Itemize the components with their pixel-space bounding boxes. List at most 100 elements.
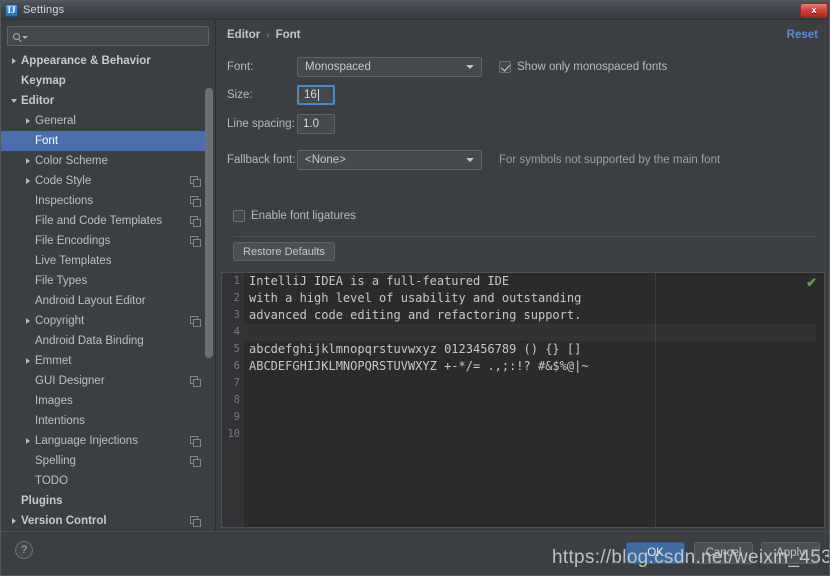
sidebar-item-label: Keymap [21, 75, 66, 87]
copy-settings-icon[interactable] [190, 176, 201, 187]
section-divider [233, 236, 817, 237]
intellij-idea-icon: IJ [5, 3, 18, 17]
copy-settings-icon[interactable] [190, 216, 201, 227]
chevron-right-icon[interactable] [21, 178, 35, 184]
sidebar-item-label: General [35, 115, 76, 127]
restore-defaults-button[interactable]: Restore Defaults [233, 242, 335, 261]
chevron-right-icon[interactable] [21, 118, 35, 124]
chevron-right-icon[interactable] [7, 518, 21, 524]
font-size-value: 16 [304, 89, 317, 101]
settings-dialog: IJ Settings x Appearance & Behavior Keyma… [0, 0, 830, 576]
enable-ligatures-checkbox[interactable]: Enable font ligatures [233, 210, 356, 222]
sidebar-item-android-layout-editor[interactable]: Android Layout Editor [1, 291, 206, 311]
font-family-select[interactable]: Monospaced [297, 57, 482, 77]
sidebar-item-file-and-code-templates[interactable]: File and Code Templates [1, 211, 206, 231]
breadcrumb: Editor › Font [227, 29, 300, 41]
sidebar-item-label: Intentions [35, 415, 85, 427]
show-monospaced-checkbox[interactable]: Show only monospaced fonts [499, 61, 667, 73]
chevron-right-icon[interactable] [21, 358, 35, 364]
copy-settings-icon[interactable] [190, 456, 201, 467]
sidebar-item-editor[interactable]: Editor [1, 91, 206, 111]
sidebar-item-label: Language Injections [35, 435, 138, 447]
sidebar-item-label: Copyright [35, 315, 85, 327]
fallback-font-row: Fallback font: <None> For symbols not su… [227, 150, 720, 170]
copy-settings-icon[interactable] [190, 196, 201, 207]
sidebar-item-color-scheme[interactable]: Color Scheme [1, 151, 206, 171]
sidebar-item-plugins[interactable]: Plugins [1, 491, 206, 511]
editor-code-area[interactable]: IntelliJ IDEA is a full-featured IDE with… [244, 273, 824, 527]
sidebar-item-label: Editor [21, 95, 55, 107]
sidebar-item-file-types[interactable]: File Types [1, 271, 206, 291]
copy-settings-icon[interactable] [190, 376, 201, 387]
sidebar-item-android-data-binding[interactable]: Android Data Binding [1, 331, 206, 351]
chevron-right-glyph [26, 438, 30, 444]
line-spacing-input[interactable]: 1.0 [297, 114, 335, 134]
sidebar-item-label: Font [35, 135, 59, 147]
chevron-right-icon[interactable] [21, 438, 35, 444]
sidebar-item-label: Plugins [21, 495, 63, 507]
fallback-font-label: Fallback font: [227, 154, 296, 166]
font-preview-editor[interactable]: 1 2 3 4 5 6 7 8 9 10 IntelliJ IDEA is a full-feat… [221, 272, 825, 528]
sidebar-item-label: Inspections [35, 195, 94, 207]
settings-tree[interactable]: Appearance & Behavior Keymap Editor General… [1, 51, 206, 533]
search-input[interactable] [7, 26, 209, 46]
sidebar-item-copyright[interactable]: Copyright [1, 311, 206, 331]
sidebar-item-intentions[interactable]: Intentions [1, 411, 206, 431]
fallback-font-value: <None> [305, 154, 346, 166]
chevron-right-icon[interactable] [21, 158, 35, 164]
font-size-input[interactable]: 16 [297, 85, 335, 105]
line-spacing-label: Line spacing: [227, 118, 295, 130]
close-icon[interactable]: x [800, 2, 828, 18]
copy-settings-icon[interactable] [190, 436, 201, 447]
preview-code-line: with a high level of usability and outst… [249, 291, 582, 305]
reset-link[interactable]: Reset [787, 29, 818, 41]
sidebar-item-label: Color Scheme [35, 155, 108, 167]
size-row: Size: 16 [227, 85, 335, 105]
sidebar-item-language-injections[interactable]: Language Injections [1, 431, 206, 451]
sidebar-item-live-templates[interactable]: Live Templates [1, 251, 206, 271]
window-controls: x [800, 1, 829, 19]
sidebar-item-label: Code Style [35, 175, 92, 187]
sidebar-item-images[interactable]: Images [1, 391, 206, 411]
chevron-right-glyph [26, 158, 30, 164]
line-number: 1 [233, 275, 240, 287]
sidebar-item-font[interactable]: Font [1, 131, 206, 151]
sidebar-scrollbar-track[interactable] [205, 48, 214, 531]
fallback-font-hint: For symbols not supported by the main fo… [499, 154, 721, 166]
editor-scrollbar[interactable] [816, 273, 824, 527]
copy-settings-icon[interactable] [190, 236, 201, 247]
sidebar-item-gui-designer[interactable]: GUI Designer [1, 371, 206, 391]
sidebar-item-label: File Types [35, 275, 88, 287]
sidebar-item-file-encodings[interactable]: File Encodings [1, 231, 206, 251]
help-button[interactable]: ? [15, 541, 33, 559]
sidebar-item-label: Android Data Binding [35, 335, 144, 347]
copy-settings-icon[interactable] [190, 516, 201, 527]
sidebar-item-general[interactable]: General [1, 111, 206, 131]
fallback-font-select[interactable]: <None> [297, 150, 482, 170]
sidebar-item-code-style[interactable]: Code Style [1, 171, 206, 191]
size-label: Size: [227, 89, 253, 101]
chevron-right-icon[interactable] [7, 58, 21, 64]
sidebar-item-appearance-behavior[interactable]: Appearance & Behavior [1, 51, 206, 71]
sidebar-item-todo[interactable]: TODO [1, 471, 206, 491]
chevron-right-icon[interactable] [21, 318, 35, 324]
sidebar-item-inspections[interactable]: Inspections [1, 191, 206, 211]
preview-code-line [244, 324, 824, 341]
line-number: 10 [227, 428, 240, 440]
breadcrumb-current: Font [275, 29, 301, 41]
sidebar-item-keymap[interactable]: Keymap [1, 71, 206, 91]
search-container [1, 20, 215, 50]
chevron-down-icon[interactable] [7, 99, 21, 103]
chevron-right-glyph [26, 118, 30, 124]
copy-settings-icon[interactable] [190, 316, 201, 327]
sidebar-item-spelling[interactable]: Spelling [1, 451, 206, 471]
breadcrumb-parent[interactable]: Editor [227, 29, 260, 41]
sidebar-scrollbar-thumb[interactable] [205, 88, 213, 358]
breadcrumb-separator-icon: › [266, 29, 270, 41]
search-icon [13, 32, 20, 40]
sidebar-item-emmet[interactable]: Emmet [1, 351, 206, 371]
ligatures-row: Enable font ligatures [233, 210, 356, 222]
sidebar-item-label: File Encodings [35, 235, 111, 247]
sidebar-item-version-control[interactable]: Version Control [1, 511, 206, 531]
line-number: 5 [233, 343, 240, 355]
